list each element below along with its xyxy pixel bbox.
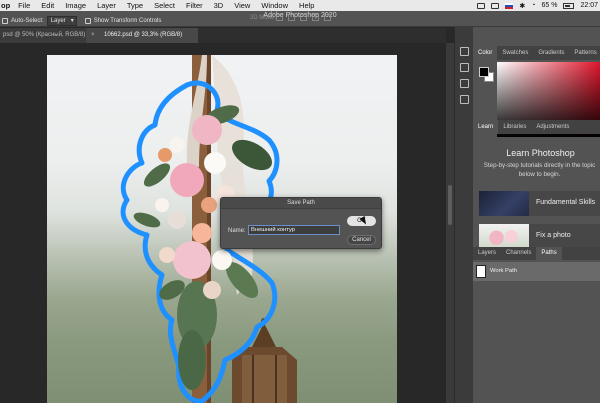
- menu-select[interactable]: Select: [154, 1, 175, 10]
- auto-select-label: Auto-Select:: [11, 18, 44, 24]
- tab-adjustments[interactable]: Adjustments: [531, 120, 574, 134]
- align-icon[interactable]: [288, 14, 295, 21]
- auto-select-checkbox[interactable]: [2, 18, 8, 24]
- airplay-icon[interactable]: [491, 2, 500, 9]
- brush-settings-icon[interactable]: [460, 79, 469, 88]
- align-controls: [276, 14, 331, 21]
- card-thumbnail: [479, 191, 529, 216]
- cancel-button[interactable]: Cancel: [347, 235, 376, 245]
- tab-layers[interactable]: Layers: [473, 247, 501, 260]
- transform-controls-label: Show Transform Controls: [93, 18, 162, 24]
- scrollbar-thumb[interactable]: [448, 185, 452, 225]
- tab-color[interactable]: Color: [473, 46, 498, 60]
- vertical-scrollbar[interactable]: [446, 43, 454, 403]
- menu-filter[interactable]: Filter: [186, 1, 203, 10]
- learn-description: Step-by-step tutorials directly in the t…: [483, 162, 596, 178]
- menu-image[interactable]: Image: [65, 1, 86, 10]
- align-icon[interactable]: [312, 14, 319, 21]
- menu-window[interactable]: Window: [261, 1, 288, 10]
- learn-card-fundamental-skills[interactable]: Fundamental Skills: [479, 191, 600, 216]
- input-language-icon[interactable]: [505, 2, 514, 9]
- transform-controls-checkbox[interactable]: [84, 18, 91, 24]
- menu-view[interactable]: View: [234, 1, 250, 10]
- align-icon[interactable]: [324, 14, 331, 21]
- bluetooth-icon[interactable]: ✱: [519, 2, 525, 10]
- status-area: ✱ ◔ 65 % 22:07: [477, 0, 598, 11]
- card-label: Fundamental Skills: [536, 199, 596, 206]
- history-icon[interactable]: [460, 47, 469, 56]
- character-icon[interactable]: [460, 95, 469, 104]
- tab-label: psd @ 50% (Красный, RGB/8): [3, 32, 86, 38]
- tab-document-2[interactable]: × 10662.psd @ 33,3% (RGB/8): [86, 28, 198, 43]
- battery-percent: 65 %: [541, 2, 558, 9]
- display-icon[interactable]: [477, 2, 486, 9]
- learn-panel-tabs: Learn Libraries Adjustments: [473, 120, 600, 134]
- menu-edit[interactable]: Edit: [41, 1, 54, 10]
- properties-icon[interactable]: [460, 63, 469, 72]
- 3d-mode-label: 3D Mode:: [250, 15, 277, 21]
- close-tab-icon[interactable]: ×: [91, 28, 95, 43]
- tab-learn[interactable]: Learn: [473, 120, 499, 134]
- menu-type[interactable]: Type: [127, 1, 143, 10]
- foreground-background-swatches[interactable]: [479, 67, 495, 83]
- lantern-illustration: [232, 318, 297, 403]
- tab-gradients[interactable]: Gradients: [533, 46, 569, 60]
- save-path-dialog: Save Path Name: OK Cancel: [220, 197, 382, 249]
- dialog-title: Save Path: [221, 198, 381, 209]
- wifi-icon[interactable]: ◔: [531, 2, 535, 9]
- menu-bar: op File Edit Image Layer Type Select Fil…: [0, 0, 600, 11]
- color-panel-tabs: Color Swatches Gradients Patterns: [473, 46, 600, 60]
- tab-swatches[interactable]: Swatches: [497, 46, 533, 60]
- app-menu[interactable]: op: [0, 1, 10, 10]
- learn-card-fix-photo[interactable]: Fix a photo: [479, 224, 600, 249]
- menu-file[interactable]: File: [18, 1, 30, 10]
- menu-help[interactable]: Help: [299, 1, 314, 10]
- move-tool-options: Auto-Select: Layer Show Transform Contro…: [0, 15, 161, 27]
- tab-libraries[interactable]: Libraries: [498, 120, 531, 134]
- tab-document-1[interactable]: psd @ 50% (Красный, RGB/8): [0, 28, 86, 43]
- learn-title: Learn Photoshop: [506, 148, 575, 158]
- path-label: Work Path: [490, 268, 517, 274]
- panel-icon-strip: [454, 27, 473, 403]
- card-thumbnail: [479, 224, 529, 249]
- clock[interactable]: 22:07: [580, 2, 598, 9]
- name-label: Name:: [228, 228, 246, 234]
- path-name-input[interactable]: [248, 225, 340, 235]
- path-thumbnail: [476, 265, 486, 278]
- align-icon[interactable]: [300, 14, 307, 21]
- battery-icon[interactable]: [563, 2, 575, 9]
- tab-channels[interactable]: Channels: [501, 247, 536, 260]
- card-label: Fix a photo: [536, 232, 571, 239]
- menu-layer[interactable]: Layer: [97, 1, 116, 10]
- document-tabs: psd @ 50% (Красный, RGB/8) × 10662.psd @…: [0, 28, 446, 43]
- menu-3d[interactable]: 3D: [214, 1, 224, 10]
- tab-label: 10662.psd @ 33,3% (RGB/8): [104, 32, 183, 38]
- auto-select-dropdown[interactable]: Layer: [46, 16, 77, 26]
- foreground-color-swatch[interactable]: [479, 67, 489, 77]
- right-panel: Color Swatches Gradients Patterns Learn …: [473, 27, 600, 403]
- layers-panel-tabs: Layers Channels Paths: [473, 247, 600, 260]
- tab-paths[interactable]: Paths: [536, 247, 562, 260]
- path-item-work-path[interactable]: Work Path: [473, 262, 600, 281]
- align-icon[interactable]: [276, 14, 283, 21]
- tab-patterns[interactable]: Patterns: [569, 46, 600, 60]
